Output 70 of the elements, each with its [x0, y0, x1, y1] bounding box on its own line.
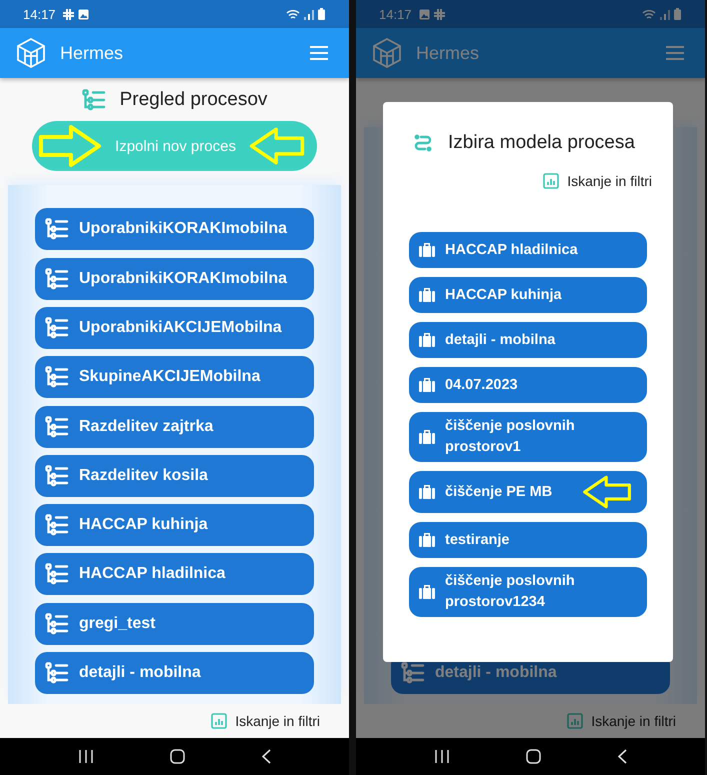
wifi-icon — [286, 8, 300, 20]
tree-list-icon — [45, 612, 69, 635]
tree-list-icon — [45, 416, 69, 438]
dialog-title: Izbira modela procesa — [448, 132, 635, 154]
menu-icon[interactable] — [310, 46, 328, 60]
process-item[interactable]: HACCAP hladilnica — [35, 553, 314, 596]
status-time: 14:17 — [23, 6, 56, 22]
process-model-item[interactable]: čiščenje poslovnih prostorov1234 — [409, 567, 647, 617]
briefcase-icon — [419, 532, 435, 548]
tree-list-icon — [45, 316, 69, 339]
tree-list-icon — [45, 464, 69, 487]
hash-icon — [434, 8, 445, 20]
process-model-item[interactable]: HACCAP hladilnica — [409, 232, 647, 268]
image-icon — [78, 8, 89, 20]
search-filter-link[interactable]: Iskanje in filtri — [543, 170, 652, 192]
tree-list-icon — [45, 662, 69, 684]
hash-icon — [62, 8, 74, 20]
recent-apps-icon[interactable] — [78, 750, 92, 763]
process-model-item[interactable]: čiščenje poslovnih prostorov1 — [409, 412, 647, 462]
process-item[interactable]: UporabnikiAKCIJEMobilna — [35, 306, 314, 349]
process-item[interactable]: detajli - mobilna — [35, 652, 314, 694]
process-model-item[interactable]: testiranje — [409, 522, 647, 558]
home-icon[interactable] — [170, 749, 184, 764]
cube-logo-icon — [373, 38, 401, 68]
process-item[interactable]: Razdelitev zajtrka — [35, 406, 314, 448]
app-title: Hermes — [60, 42, 124, 64]
bar-chart-icon — [543, 173, 560, 189]
tree-list-icon — [45, 514, 69, 536]
battery-icon — [674, 8, 681, 20]
back-icon[interactable] — [618, 749, 626, 764]
back-icon[interactable] — [262, 749, 270, 764]
briefcase-icon — [419, 584, 435, 600]
bar-chart-icon — [567, 713, 584, 729]
tree-list-icon — [45, 218, 69, 240]
process-item[interactable]: UporabnikiKORAKImobilna — [35, 258, 314, 300]
route-icon — [414, 134, 432, 152]
briefcase-icon — [419, 287, 435, 303]
process-model-item[interactable]: HACCAP kuhinja — [409, 277, 647, 313]
signal-icon — [304, 8, 314, 20]
process-model-item[interactable]: detajli - mobilna — [409, 322, 647, 358]
tree-list-icon — [45, 563, 69, 586]
pointer-arrow-icon — [38, 124, 102, 168]
image-icon — [418, 8, 430, 20]
tree-list-icon — [82, 89, 106, 111]
app-title: Hermes — [416, 42, 480, 64]
process-item[interactable]: gregi_test — [35, 602, 314, 645]
briefcase-icon — [419, 332, 435, 348]
briefcase-icon — [419, 484, 435, 500]
wifi-icon — [642, 8, 656, 20]
tree-list-icon — [45, 366, 69, 388]
status-time: 14:17 — [379, 6, 412, 22]
pointer-arrow-icon — [249, 126, 305, 166]
process-model-item[interactable]: čiščenje PE MB — [409, 471, 647, 513]
battery-icon — [318, 8, 325, 20]
home-icon[interactable] — [526, 749, 540, 764]
page-title: Pregled procesov — [120, 89, 268, 111]
briefcase-icon — [419, 242, 435, 258]
briefcase-icon — [419, 377, 435, 393]
briefcase-icon — [419, 429, 435, 445]
search-filter-link[interactable]: Iskanje in filtri — [567, 713, 676, 729]
process-item[interactable]: HACCAP kuhinja — [35, 504, 314, 546]
process-item[interactable]: Razdelitev kosila — [35, 454, 314, 497]
process-item[interactable]: UporabnikiKORAKImobilna — [35, 208, 314, 250]
bar-chart-icon — [211, 713, 228, 729]
process-model-item[interactable]: 04.07.2023 — [409, 367, 647, 403]
process-item[interactable]: SkupineAKCIJEMobilna — [35, 356, 314, 398]
tree-list-icon — [45, 268, 69, 290]
cube-logo-icon — [17, 38, 45, 68]
recent-apps-icon[interactable] — [434, 750, 448, 763]
search-filter-link[interactable]: Iskanje in filtri — [211, 713, 320, 729]
